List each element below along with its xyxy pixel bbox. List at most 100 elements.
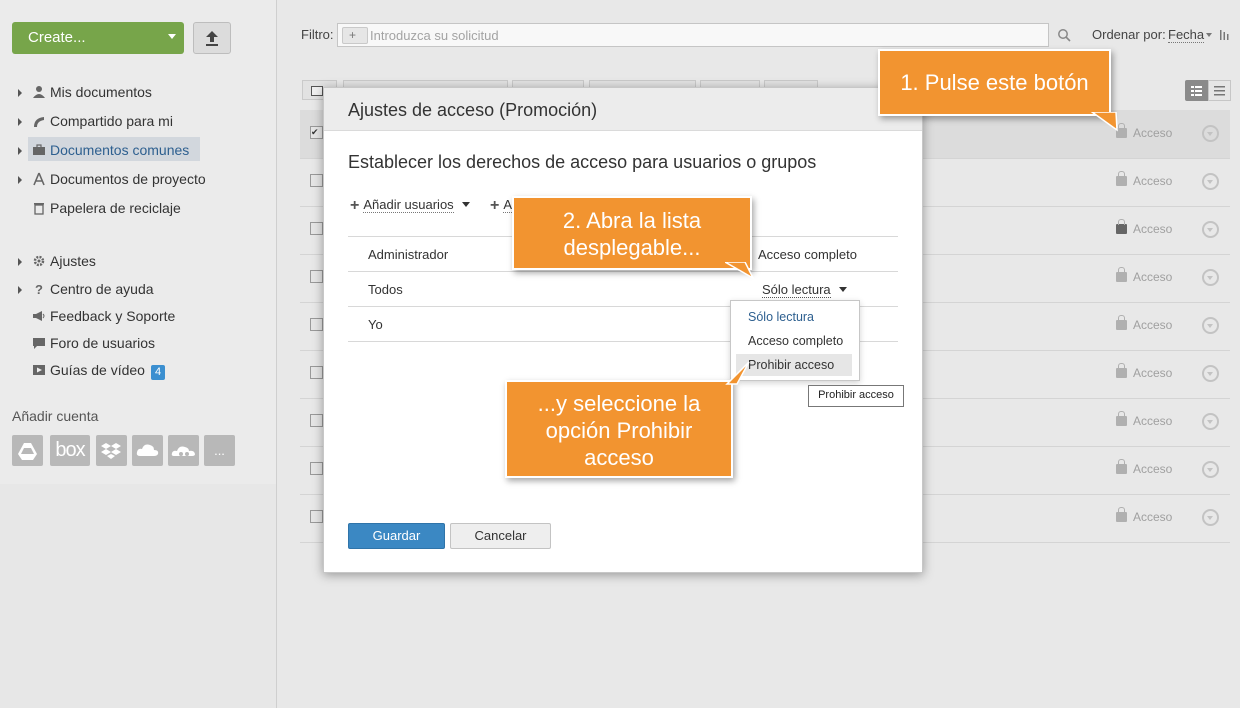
row-checkbox[interactable] bbox=[310, 366, 323, 379]
cloud2-button[interactable] bbox=[168, 435, 199, 466]
sidebar-item-label: Documentos de proyecto bbox=[50, 171, 206, 187]
trash-icon bbox=[34, 203, 44, 215]
gear-icon bbox=[33, 255, 45, 267]
expand-arrow-icon[interactable] bbox=[18, 258, 22, 266]
dialog-header: Ajustes de acceso (Promoción) bbox=[324, 88, 922, 131]
box-button[interactable]: box bbox=[50, 435, 90, 466]
cloud2-icon bbox=[171, 446, 195, 456]
save-button[interactable]: Guardar bbox=[348, 523, 445, 549]
access-label: Acceso bbox=[1133, 222, 1173, 236]
google-drive-button[interactable] bbox=[12, 435, 43, 466]
row-checkbox[interactable]: ✔ bbox=[310, 126, 323, 139]
svg-text:?: ? bbox=[35, 282, 43, 296]
row-menu-icon[interactable] bbox=[1202, 413, 1219, 430]
row-menu-icon[interactable] bbox=[1202, 125, 1219, 142]
add-users-link[interactable]: + Añadir usuarios bbox=[350, 197, 470, 215]
sidebar-item-label: Foro de usuarios bbox=[50, 335, 156, 351]
sidebar-item-centro-ayuda[interactable]: ? Centro de ayuda bbox=[18, 278, 268, 300]
access-button[interactable]: Acceso bbox=[1116, 123, 1173, 140]
access-button[interactable]: Acceso bbox=[1116, 171, 1173, 188]
expand-arrow-icon[interactable] bbox=[18, 89, 22, 97]
sidebar-item-papelera[interactable]: Papelera de reciclaje bbox=[18, 197, 268, 219]
expand-arrow-icon[interactable] bbox=[18, 118, 22, 126]
row-checkbox[interactable] bbox=[310, 414, 323, 427]
row-checkbox[interactable] bbox=[310, 510, 323, 523]
dropbox-button[interactable] bbox=[96, 435, 127, 466]
plus-icon[interactable]: + bbox=[342, 27, 368, 44]
cloud-button[interactable] bbox=[132, 435, 163, 466]
sidebar-item-documentos-comunes[interactable]: Documentos comunes bbox=[18, 139, 268, 161]
access-button[interactable]: Acceso bbox=[1116, 219, 1173, 236]
row-menu-icon[interactable] bbox=[1202, 269, 1219, 286]
row-checkbox[interactable] bbox=[310, 318, 323, 331]
cancel-button[interactable]: Cancelar bbox=[450, 523, 551, 549]
sidebar-item-feedback[interactable]: Feedback y Soporte bbox=[18, 305, 268, 327]
access-button[interactable]: Acceso bbox=[1116, 315, 1172, 332]
row-menu-icon[interactable] bbox=[1202, 221, 1219, 238]
sidebar-item-foro[interactable]: Foro de usuarios bbox=[18, 332, 268, 354]
row-menu-icon[interactable] bbox=[1202, 173, 1219, 190]
row-menu-icon[interactable] bbox=[1202, 461, 1219, 478]
row-checkbox[interactable] bbox=[310, 174, 323, 187]
view-toggle[interactable] bbox=[1185, 80, 1231, 101]
chevron-down-icon bbox=[838, 287, 847, 292]
permission-dropdown[interactable]: Sólo lectura bbox=[762, 282, 847, 298]
row-checkbox[interactable] bbox=[310, 222, 323, 235]
access-label: Acceso bbox=[1133, 270, 1173, 284]
filter-placeholder: Introduzca su solicitud bbox=[370, 28, 499, 43]
access-button[interactable]: Acceso bbox=[1116, 267, 1173, 284]
add-groups-link[interactable]: + A bbox=[490, 197, 513, 215]
more-accounts-button[interactable]: ... bbox=[204, 435, 235, 466]
sidebar-item-label: Feedback y Soporte bbox=[50, 308, 176, 324]
search-icon[interactable] bbox=[1057, 28, 1071, 42]
upload-button[interactable] bbox=[193, 22, 231, 54]
compact-view-button[interactable] bbox=[1208, 80, 1231, 101]
lock-icon bbox=[1116, 171, 1127, 186]
callout-step1: 1. Pulse este botón bbox=[878, 49, 1111, 116]
filter-input[interactable]: + Introduzca su solicitud bbox=[337, 23, 1049, 47]
compact-list-icon bbox=[1214, 86, 1225, 96]
row-menu-icon[interactable] bbox=[1202, 365, 1219, 382]
sort-chevron-icon[interactable] bbox=[1206, 33, 1212, 37]
access-button[interactable]: Acceso bbox=[1116, 459, 1173, 476]
sidebar-item-compartido[interactable]: Compartido para mi bbox=[18, 110, 268, 132]
sidebar-item-mis-documentos[interactable]: Mis documentos bbox=[18, 81, 268, 103]
detailed-list-icon bbox=[1191, 86, 1202, 96]
megaphone-icon bbox=[33, 311, 45, 321]
question-icon: ? bbox=[35, 282, 43, 296]
access-label: Acceso bbox=[1133, 126, 1173, 140]
lock-icon bbox=[1116, 219, 1127, 234]
chevron-down-icon bbox=[461, 202, 470, 207]
row-menu-icon[interactable] bbox=[1202, 509, 1219, 526]
access-button[interactable]: Acceso bbox=[1116, 411, 1172, 428]
access-label: Acceso bbox=[1133, 174, 1173, 188]
permission-value: Acceso completo bbox=[758, 247, 857, 262]
expand-arrow-icon[interactable] bbox=[18, 147, 22, 155]
row-menu-icon[interactable] bbox=[1202, 317, 1219, 334]
callout-step3: ...y seleccione la opción Prohibir acces… bbox=[505, 380, 733, 478]
access-label: Acceso bbox=[1133, 510, 1173, 524]
create-button[interactable]: Create... bbox=[12, 22, 184, 54]
sidebar-item-label: Compartido para mi bbox=[50, 113, 173, 129]
access-button[interactable]: Acceso bbox=[1116, 363, 1172, 380]
google-drive-icon bbox=[18, 443, 37, 460]
access-label: Acceso bbox=[1133, 462, 1173, 476]
lock-icon bbox=[1116, 267, 1127, 282]
sort-order-icon[interactable] bbox=[1219, 29, 1231, 40]
dropdown-option-read-only[interactable]: Sólo lectura bbox=[736, 306, 852, 328]
sidebar-item-label: Papelera de reciclaje bbox=[50, 200, 181, 216]
sidebar-item-ajustes[interactable]: Ajustes bbox=[18, 250, 268, 272]
sort-dropdown[interactable]: Fecha bbox=[1168, 27, 1205, 43]
chevron-down-icon bbox=[168, 34, 176, 39]
row-checkbox[interactable] bbox=[310, 462, 323, 475]
expand-arrow-icon[interactable] bbox=[18, 176, 22, 184]
sidebar-item-guias-video[interactable]: Guías de vídeo 4 bbox=[18, 359, 268, 381]
sidebar-item-documentos-proyecto[interactable]: Documentos de proyecto bbox=[18, 168, 268, 190]
row-checkbox[interactable] bbox=[310, 270, 323, 283]
list-view-button[interactable] bbox=[1185, 80, 1208, 101]
dropdown-option-deny-access[interactable]: Prohibir acceso bbox=[736, 354, 852, 376]
lock-icon bbox=[1116, 315, 1127, 330]
dropdown-option-full-access[interactable]: Acceso completo bbox=[736, 330, 852, 352]
expand-arrow-icon[interactable] bbox=[18, 286, 22, 294]
access-button[interactable]: Acceso bbox=[1116, 507, 1173, 524]
